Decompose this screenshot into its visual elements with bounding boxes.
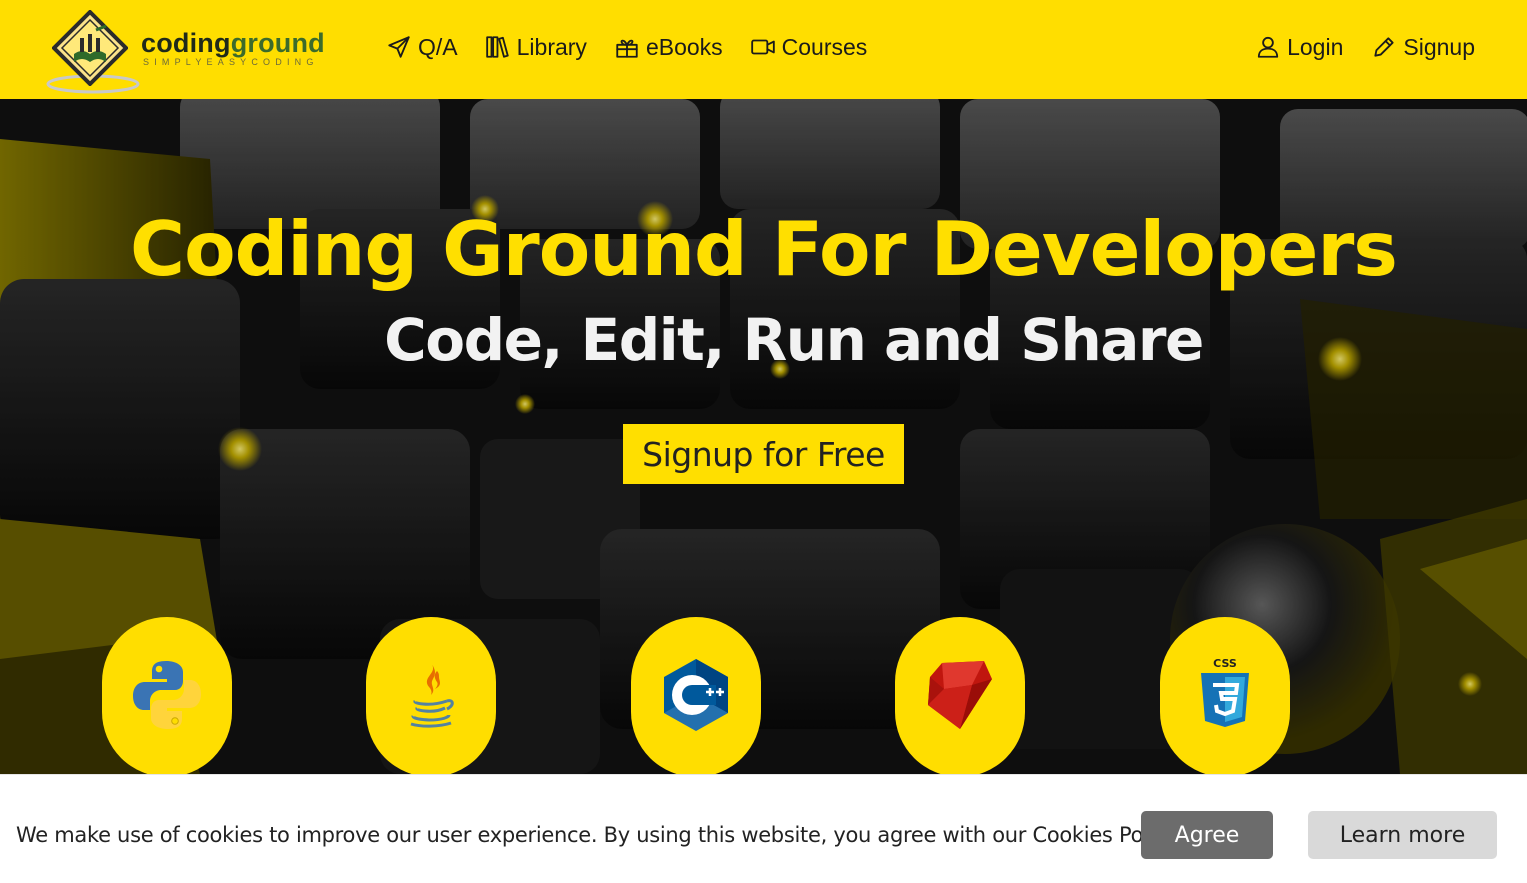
gift-box-icon [616,39,638,58]
nav-item-label: Signup [1403,33,1475,60]
css3-icon: CSS [1201,657,1249,727]
logo-word-ground: ground [230,28,325,58]
logo-word-coding: coding [141,28,231,58]
paper-plane-icon [388,36,410,58]
ruby-icon [928,661,992,729]
logo-wordmark: codingground [141,30,325,57]
language-tile-css[interactable]: CSS [1160,617,1290,774]
top-navbar: codingground SIMPLYEASYCODING Q/A Librar… [0,0,1527,99]
video-camera-icon [750,39,775,55]
nav-item-courses[interactable]: Courses [750,33,868,61]
site-logo[interactable]: codingground SIMPLYEASYCODING [46,6,356,94]
nav-item-label: Courses [781,33,868,60]
primary-nav: Q/A Library eBooks Courses [386,30,894,64]
language-tile-java[interactable] [366,617,496,774]
hero-title: Coding Ground For Developers [130,205,1398,293]
cpp-icon [664,659,728,731]
language-tile-cpp[interactable] [631,617,761,774]
nav-item-label: Library [516,33,587,60]
svg-text:CSS: CSS [1213,657,1237,670]
pencil-icon [1374,37,1394,57]
hero-section: Coding Ground For Developers Code, Edit,… [0,99,1527,774]
cookie-consent-bar: We make use of cookies to improve our us… [0,774,1527,883]
nav-item-signup[interactable]: Signup [1371,34,1475,61]
hero-subtitle: Code, Edit, Run and Share [384,306,1204,374]
book-diamond-logo-icon [52,10,128,86]
java-icon [410,663,454,728]
nav-item-qa[interactable]: Q/A [386,34,458,61]
nav-item-label: Q/A [418,33,458,60]
cookie-learn-more-button[interactable]: Learn more [1308,811,1497,859]
nav-item-library[interactable]: Library [485,34,587,61]
nav-item-label: eBooks [645,33,723,60]
language-tile-python[interactable] [102,617,232,774]
cookie-agree-button[interactable]: Agree [1141,811,1273,859]
user-icon [1257,36,1279,58]
account-nav: Login Signup [1227,30,1475,64]
python-icon [133,661,201,729]
signup-free-button[interactable]: Signup for Free [623,424,904,484]
nav-item-ebooks[interactable]: eBooks [614,34,723,61]
library-icon [485,36,509,58]
nav-item-label: Login [1287,33,1344,60]
nav-item-login[interactable]: Login [1255,34,1343,61]
logo-tagline: SIMPLYEASYCODING [143,57,319,67]
cookie-message: We make use of cookies to improve our us… [16,823,1181,847]
language-tile-ruby[interactable] [895,617,1025,774]
